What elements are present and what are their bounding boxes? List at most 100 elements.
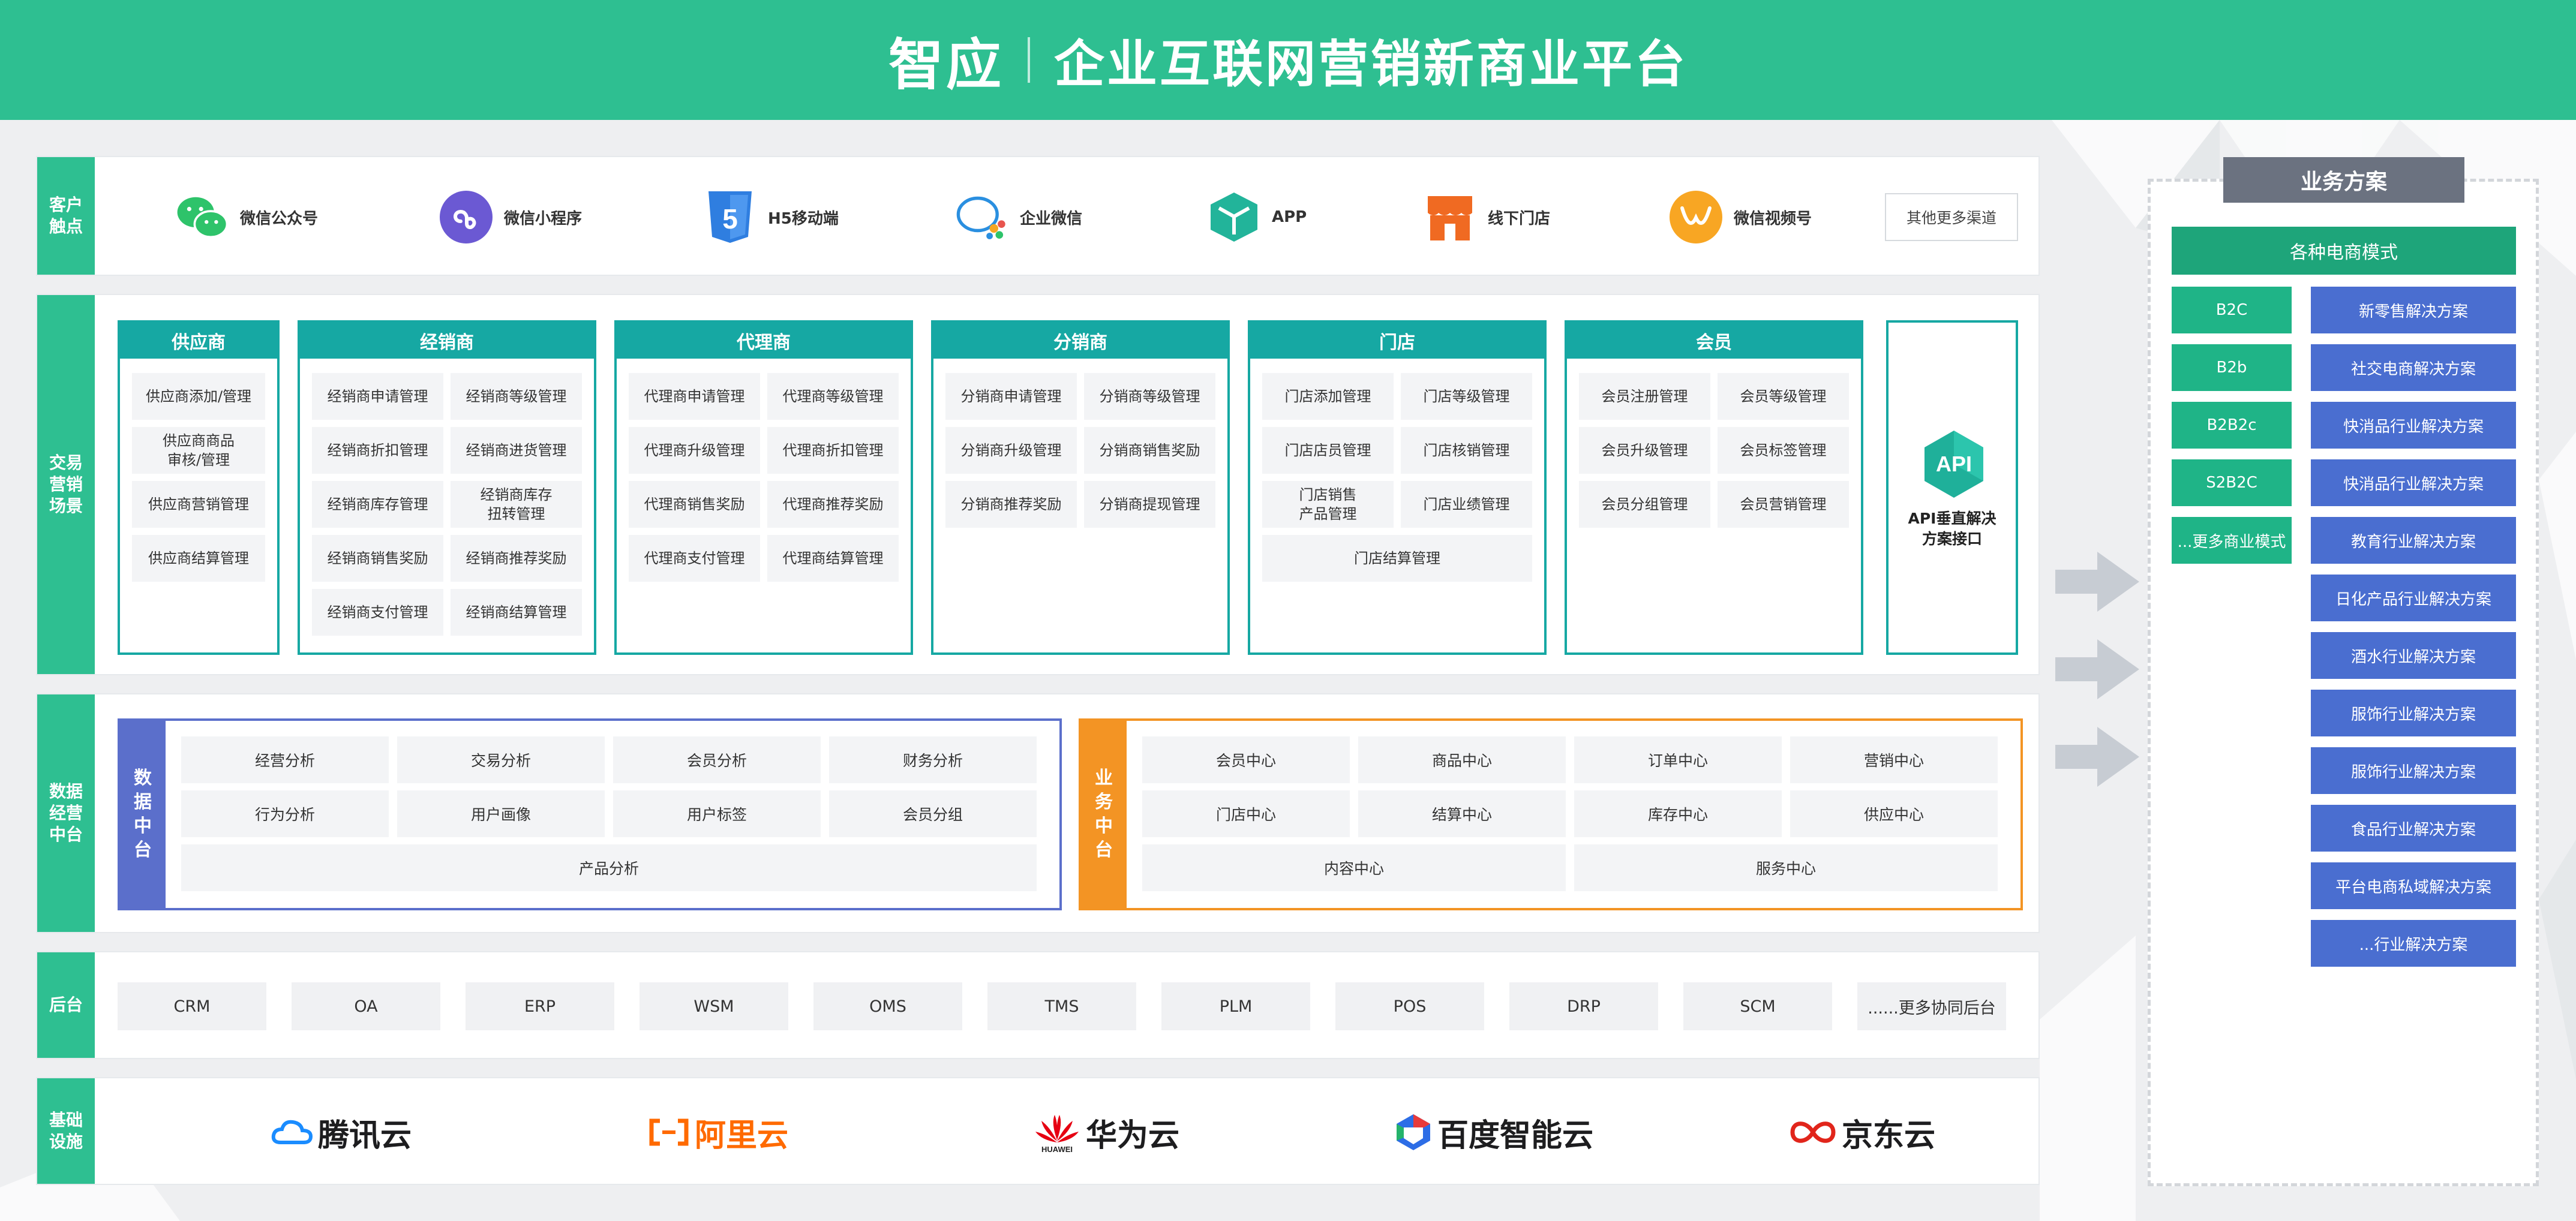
industry-solution-item[interactable]: 酒水行业解决方案 xyxy=(2311,632,2516,679)
scene-item[interactable]: 代理商推荐奖励 xyxy=(767,481,899,528)
backend-system-item[interactable]: TMS xyxy=(987,982,1136,1030)
business-mode-item[interactable]: S2B2C xyxy=(2172,459,2292,506)
center-item[interactable]: 产品分析 xyxy=(181,844,1037,891)
industry-solution-item[interactable]: 平台电商私域解决方案 xyxy=(2311,862,2516,909)
channel-wechat[interactable]: 微信公众号 xyxy=(175,157,318,277)
backend-system-item[interactable]: SCM xyxy=(1683,982,1832,1030)
industry-solution-item[interactable]: 快消品行业解决方案 xyxy=(2311,459,2516,506)
industry-solution-item[interactable]: 新零售解决方案 xyxy=(2311,287,2516,333)
more-channels-button[interactable]: 其他更多渠道 xyxy=(1885,193,2018,241)
industry-solution-item[interactable]: 日化产品行业解决方案 xyxy=(2311,575,2516,621)
center-item[interactable]: 供应中心 xyxy=(1790,790,1998,837)
channel-video-channel[interactable]: 微信视频号 xyxy=(1669,157,1812,277)
backend-system-item[interactable]: DRP xyxy=(1509,982,1658,1030)
scene-item[interactable]: 供应商结算管理 xyxy=(132,535,265,582)
api-card[interactable]: API API垂直解决 方案接口 xyxy=(1886,320,2018,655)
scene-item[interactable]: 会员标签管理 xyxy=(1718,427,1849,474)
backend-system-item[interactable]: PLM xyxy=(1161,982,1310,1030)
center-item[interactable]: 交易分析 xyxy=(397,736,605,783)
svg-text:5: 5 xyxy=(722,203,738,234)
industry-solution-item[interactable]: 教育行业解决方案 xyxy=(2311,517,2516,564)
scene-item[interactable]: 代理商销售奖励 xyxy=(629,481,760,528)
scene-item[interactable]: 门店店员管理 xyxy=(1262,427,1394,474)
scene-item[interactable]: 经销商进货管理 xyxy=(451,427,582,474)
scene-item[interactable]: 代理商申请管理 xyxy=(629,373,760,420)
scene-card-title: 供应商 xyxy=(120,323,277,359)
scene-item[interactable]: 代理商支付管理 xyxy=(629,535,760,582)
scene-item[interactable]: 经销商库存 扭转管理 xyxy=(451,481,582,528)
center-item[interactable]: 商品中心 xyxy=(1358,736,1566,783)
scene-item[interactable]: 分销商等级管理 xyxy=(1084,373,1215,420)
scene-item[interactable]: 分销商推荐奖励 xyxy=(945,481,1077,528)
scene-item[interactable]: 会员升级管理 xyxy=(1579,427,1710,474)
industry-solution-item[interactable]: 服饰行业解决方案 xyxy=(2311,690,2516,736)
scene-item[interactable]: 门店结算管理 xyxy=(1262,535,1532,582)
scene-item[interactable]: 会员注册管理 xyxy=(1579,373,1710,420)
center-item[interactable]: 经营分析 xyxy=(181,736,389,783)
scene-item[interactable]: 供应商营销管理 xyxy=(132,481,265,528)
business-mode-item[interactable]: ...更多商业模式 xyxy=(2172,517,2292,564)
center-item[interactable]: 用户标签 xyxy=(613,790,821,837)
backend-system-item[interactable]: OMS xyxy=(813,982,962,1030)
scene-item[interactable]: 经销商库存管理 xyxy=(312,481,443,528)
center-item[interactable]: 结算中心 xyxy=(1358,790,1566,837)
industry-solution-item[interactable]: ...行业解决方案 xyxy=(2311,920,2516,967)
scene-item[interactable]: 分销商申请管理 xyxy=(945,373,1077,420)
scene-item[interactable]: 经销商折扣管理 xyxy=(312,427,443,474)
scene-item[interactable]: 门店核销管理 xyxy=(1401,427,1532,474)
center-item[interactable]: 会员中心 xyxy=(1142,736,1350,783)
scene-item[interactable]: 会员等级管理 xyxy=(1718,373,1849,420)
industry-solution-item[interactable]: 社交电商解决方案 xyxy=(2311,344,2516,391)
business-mode-item[interactable]: B2C xyxy=(2172,287,2292,333)
channel-miniprogram[interactable]: 微信小程序 xyxy=(439,157,582,277)
business-mode-item[interactable]: B2b xyxy=(2172,344,2292,391)
channel-store[interactable]: 线下门店 xyxy=(1423,157,1550,277)
scene-item[interactable]: 代理商折扣管理 xyxy=(767,427,899,474)
scene-item[interactable]: 门店销售 产品管理 xyxy=(1262,481,1394,528)
scene-item[interactable]: 经销商结算管理 xyxy=(451,589,582,636)
scene-item[interactable]: 经销商推荐奖励 xyxy=(451,535,582,582)
backend-system-item[interactable]: POS xyxy=(1335,982,1484,1030)
scene-item[interactable]: 代理商结算管理 xyxy=(767,535,899,582)
channel-app-cube[interactable]: APP xyxy=(1207,157,1307,277)
scene-item[interactable]: 代理商等级管理 xyxy=(767,373,899,420)
scene-item[interactable]: 供应商商品 审核/管理 xyxy=(132,427,265,474)
scene-item[interactable]: 分销商升级管理 xyxy=(945,427,1077,474)
center-item[interactable]: 用户画像 xyxy=(397,790,605,837)
scene-item[interactable]: 分销商提现管理 xyxy=(1084,481,1215,528)
scene-item[interactable]: 门店添加管理 xyxy=(1262,373,1394,420)
center-item[interactable]: 财务分析 xyxy=(829,736,1037,783)
scene-item[interactable]: 经销商等级管理 xyxy=(451,373,582,420)
ecommerce-modes-header[interactable]: 各种电商模式 xyxy=(2172,227,2516,275)
scene-item[interactable]: 会员分组管理 xyxy=(1579,481,1710,528)
industry-solution-item[interactable]: 服饰行业解决方案 xyxy=(2311,747,2516,794)
industry-solution-item[interactable]: 快消品行业解决方案 xyxy=(2311,402,2516,449)
scene-item[interactable]: 经销商申请管理 xyxy=(312,373,443,420)
business-mode-item[interactable]: B2B2c xyxy=(2172,402,2292,449)
scene-item[interactable]: 分销商销售奖励 xyxy=(1084,427,1215,474)
industry-solution-item[interactable]: 食品行业解决方案 xyxy=(2311,805,2516,852)
channel-html5[interactable]: 5 H5移动端 xyxy=(703,157,839,277)
backend-system-item[interactable]: OA xyxy=(292,982,440,1030)
center-item[interactable]: 会员分组 xyxy=(829,790,1037,837)
center-item[interactable]: 行为分析 xyxy=(181,790,389,837)
scene-item[interactable]: 会员营销管理 xyxy=(1718,481,1849,528)
channel-wecom[interactable]: 企业微信 xyxy=(955,157,1082,277)
backend-system-item[interactable]: ERP xyxy=(466,982,614,1030)
backend-system-item[interactable]: WSM xyxy=(640,982,788,1030)
center-item[interactable]: 内容中心 xyxy=(1142,844,1566,891)
scene-item[interactable]: 门店等级管理 xyxy=(1401,373,1532,420)
scene-item[interactable]: 经销商销售奖励 xyxy=(312,535,443,582)
scene-item[interactable]: 供应商添加/管理 xyxy=(132,373,265,420)
scene-item[interactable]: 门店业绩管理 xyxy=(1401,481,1532,528)
backend-system-item[interactable]: CRM xyxy=(118,982,266,1030)
backend-system-item[interactable]: ......更多协同后台 xyxy=(1857,982,2006,1030)
center-item[interactable]: 会员分析 xyxy=(613,736,821,783)
center-item[interactable]: 门店中心 xyxy=(1142,790,1350,837)
scene-item[interactable]: 代理商升级管理 xyxy=(629,427,760,474)
center-item[interactable]: 订单中心 xyxy=(1574,736,1782,783)
scene-item[interactable]: 经销商支付管理 xyxy=(312,589,443,636)
center-item[interactable]: 营销中心 xyxy=(1790,736,1998,783)
center-item[interactable]: 库存中心 xyxy=(1574,790,1782,837)
center-item[interactable]: 服务中心 xyxy=(1574,844,1998,891)
